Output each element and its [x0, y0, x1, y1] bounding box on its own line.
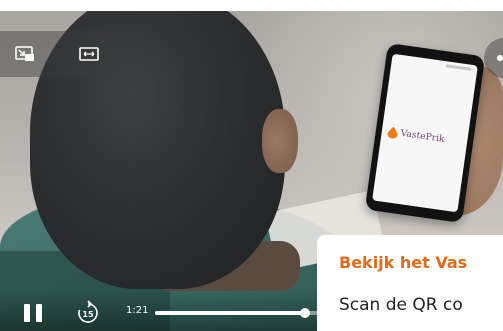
pause-button[interactable] — [22, 302, 44, 324]
progress-thumb[interactable] — [299, 308, 310, 318]
skip-seconds-label: 15 — [82, 310, 94, 319]
picture-in-picture-button[interactable] — [14, 44, 36, 64]
pause-icon-bar — [36, 304, 42, 322]
phone-screen: VastePrik — [372, 53, 478, 213]
brand-name: VastePrik — [399, 128, 446, 145]
pause-icon — [24, 304, 30, 322]
fit-width-button[interactable] — [78, 44, 100, 64]
person-ear — [262, 109, 298, 173]
dot-icon — [497, 55, 503, 61]
progress-track[interactable] — [155, 308, 325, 318]
card-title: Bekijk het Vas — [339, 253, 468, 272]
phone-app-logo: VastePrik — [387, 126, 445, 146]
skip-forward-button[interactable]: 15 — [75, 300, 101, 326]
phone-status-bar — [445, 64, 472, 71]
info-card: Bekijk het Vas Scan de QR co — [317, 235, 503, 331]
picture-in-picture-icon — [15, 46, 34, 61]
drop-icon — [387, 126, 398, 139]
page: VastePrik 15 1:21 Bekijk het Vas Scan de… — [0, 0, 503, 331]
progress-fill — [155, 311, 305, 315]
current-time: 1:21 — [126, 305, 149, 316]
card-text: Scan de QR co — [339, 295, 463, 315]
skip-forward-15-icon: 15 — [78, 300, 98, 323]
fit-width-icon — [79, 47, 99, 61]
top-control-bar — [0, 31, 120, 77]
